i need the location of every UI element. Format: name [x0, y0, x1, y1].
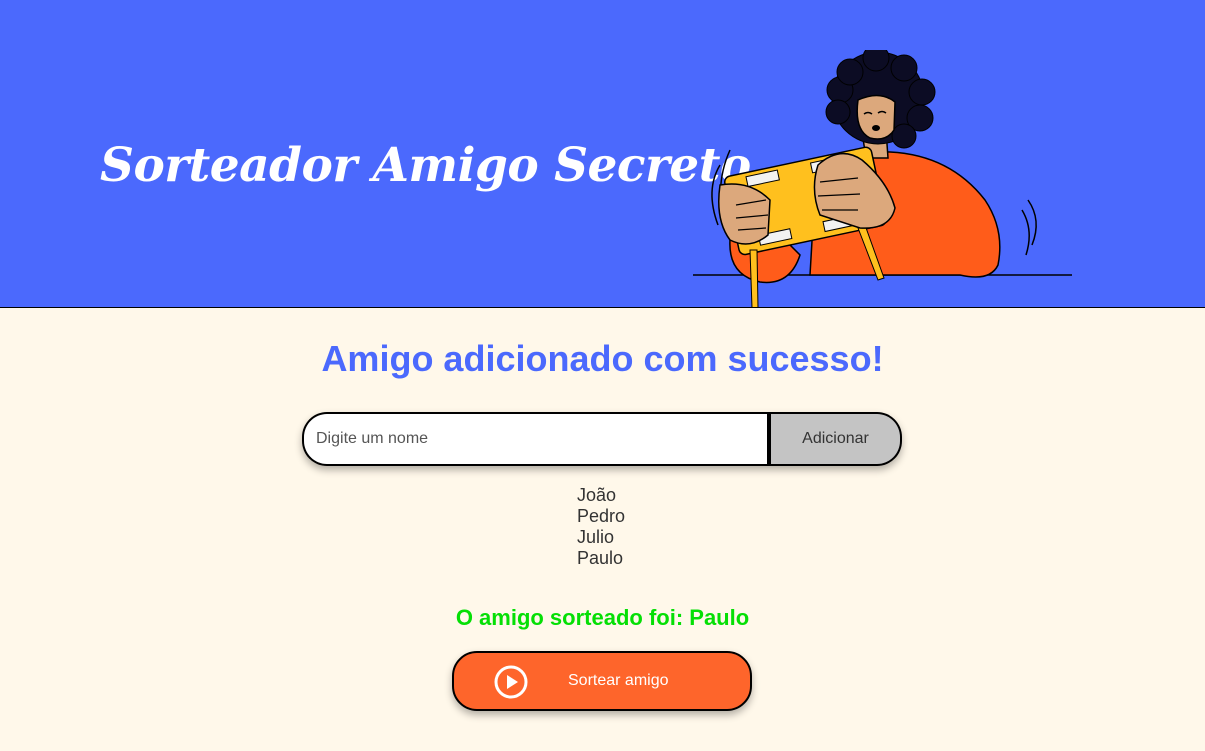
- main-content: Amigo adicionado com sucesso! Adicionar …: [0, 308, 1205, 751]
- friend-list: João Pedro Julio Paulo: [577, 485, 625, 569]
- status-message: Amigo adicionado com sucesso!: [321, 338, 884, 379]
- friend-list-item: João: [577, 485, 617, 505]
- add-friend-form: Adicionar: [302, 412, 902, 466]
- draw-friend-button[interactable]: Sortear amigo: [452, 651, 752, 711]
- header-banner: Sorteador Amigo Secreto: [0, 0, 1205, 308]
- friend-list-item: Paulo: [577, 548, 624, 568]
- draw-button-label: Sortear amigo: [568, 672, 669, 689]
- friend-list-item: Pedro: [577, 506, 626, 526]
- person-with-gift-illustration: [693, 50, 1072, 307]
- play-circle-icon: [494, 665, 528, 699]
- friend-list-item: Julio: [577, 527, 615, 547]
- draw-result: O amigo sorteado foi: Paulo: [455, 605, 750, 630]
- page-title: Sorteador Amigo Secreto: [100, 138, 751, 193]
- add-button[interactable]: Adicionar: [767, 412, 902, 466]
- name-input[interactable]: [302, 412, 767, 466]
